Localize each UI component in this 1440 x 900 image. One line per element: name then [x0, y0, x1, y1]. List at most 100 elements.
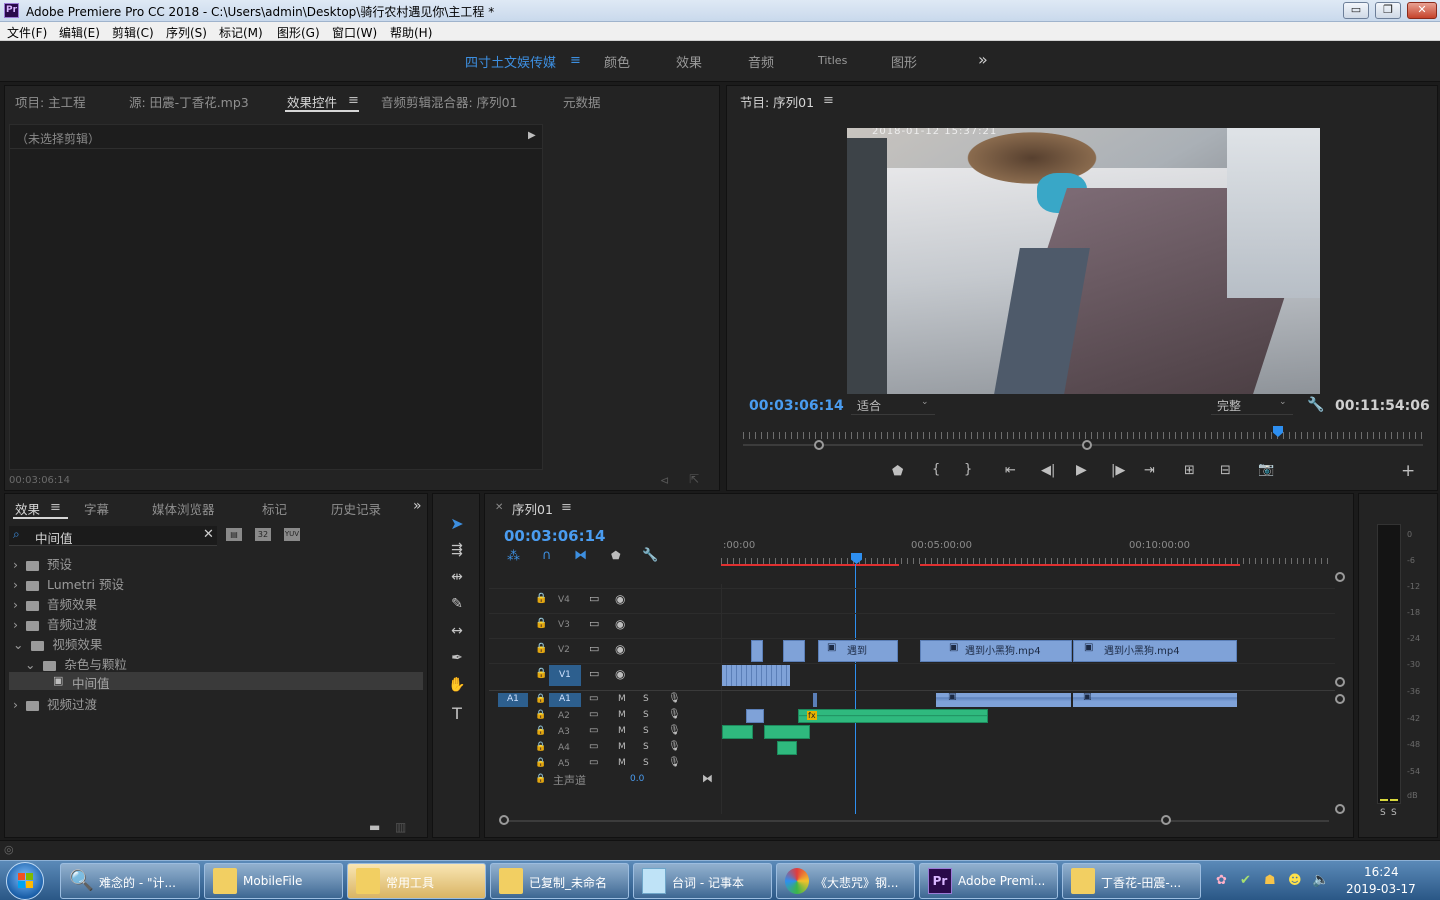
tab-captions[interactable]: 字幕 — [84, 499, 109, 518]
audio-clip-green[interactable]: fx — [798, 709, 988, 723]
effects-menu-icon[interactable]: ≡ — [50, 500, 61, 515]
play-icon[interactable]: ▶ — [1076, 462, 1087, 478]
zoom-handle-left[interactable] — [814, 440, 824, 450]
track-label-v3[interactable]: V3 — [558, 620, 570, 630]
effects-search-field[interactable]: ⌕ 中间值 ✕ — [9, 526, 217, 546]
close-sequence-icon[interactable]: ✕ — [495, 502, 503, 513]
lock-icon[interactable]: 🔒 — [535, 618, 547, 629]
sequence-tab[interactable]: 序列01 — [512, 499, 553, 518]
workspace-tab-audio[interactable]: 音频 — [748, 52, 774, 71]
minimize-button[interactable]: ▭ — [1343, 2, 1369, 19]
clear-search-icon[interactable]: ✕ — [203, 527, 214, 542]
mute-button[interactable]: M — [618, 694, 626, 704]
volume-icon[interactable]: 🔈 — [1312, 872, 1329, 888]
menu-sequence[interactable]: 序列(S) — [166, 24, 207, 41]
lock-icon[interactable]: 🔒 — [535, 742, 546, 752]
start-button[interactable] — [6, 862, 44, 900]
lock-icon[interactable]: 🔒 — [535, 758, 546, 768]
mark-in-icon[interactable]: { — [932, 462, 940, 477]
workspace-tab-custom[interactable]: 四寸土文娱传媒 — [465, 52, 556, 71]
tray-flower-icon[interactable]: ✿ — [1216, 873, 1227, 888]
clock-date[interactable]: 2019-03-17 — [1346, 882, 1416, 896]
solo-button[interactable]: S — [643, 742, 649, 752]
taskbar-item-search[interactable]: 🔍 难念的 - "计... — [60, 863, 200, 899]
timeline-settings-icon[interactable]: 🔧 — [642, 548, 658, 563]
source-patch-a1[interactable]: A1 — [498, 693, 528, 707]
yuv-effects-icon[interactable]: YUV — [284, 528, 300, 541]
solo-right-button[interactable]: S — [1391, 808, 1397, 818]
taskbar-item-mobilefile[interactable]: MobileFile — [204, 863, 343, 899]
mark-out-icon[interactable]: } — [964, 462, 972, 477]
nest-icon[interactable]: ⁂ — [507, 549, 520, 564]
audio-clip[interactable]: ▣ — [936, 692, 1071, 707]
workspace-tab-color[interactable]: 颜色 — [604, 52, 630, 71]
audio-zoom-handle-top[interactable] — [1335, 694, 1345, 704]
tab-history[interactable]: 历史记录 — [331, 499, 381, 518]
taskbar-item-tools-active[interactable]: 常用工具 — [347, 863, 486, 899]
step-back-icon[interactable]: ◀| — [1041, 463, 1055, 478]
mute-button[interactable]: M — [618, 742, 626, 752]
timeline-menu-icon[interactable]: ≡ — [561, 500, 572, 515]
taskbar-item-notepad[interactable]: 台词 - 记事本 — [633, 863, 772, 899]
close-button[interactable]: ✕ — [1407, 2, 1437, 19]
menu-marker[interactable]: 标记(M) — [219, 24, 263, 41]
audio-clip[interactable] — [813, 693, 817, 707]
toggle-sync-icon[interactable]: ▭ — [589, 667, 599, 680]
mic-icon[interactable]: 🎙 — [668, 709, 681, 720]
tab-metadata[interactable]: 元数据 — [563, 92, 601, 111]
audio-clip-green[interactable] — [764, 725, 810, 739]
video-clip[interactable]: ▣ 遇到 — [818, 640, 898, 662]
tree-item-video-transitions[interactable]: › 视频过渡 — [13, 694, 97, 713]
eye-icon[interactable]: ◉ — [615, 617, 625, 631]
timeline-timecode[interactable]: 00:03:06:14 — [504, 527, 606, 545]
toggle-sync-icon[interactable]: ▭ — [589, 757, 598, 768]
toggle-sync-icon[interactable]: ▭ — [589, 709, 598, 720]
vertical-zoom-handle-top[interactable] — [1335, 572, 1345, 582]
lock-icon[interactable]: 🔒 — [535, 643, 547, 654]
add-marker-icon[interactable]: ⬟ — [892, 464, 903, 479]
video-clip-cluster[interactable] — [722, 665, 790, 686]
toggle-sync-icon[interactable]: ▭ — [589, 741, 598, 752]
add-marker-icon[interactable]: ⬟ — [611, 549, 621, 562]
track-label-v2[interactable]: V2 — [558, 645, 570, 655]
hand-tool-icon[interactable]: ✋ — [445, 677, 469, 693]
mic-icon[interactable]: 🎙 — [668, 741, 681, 752]
workspace-tab-graphics[interactable]: 图形 — [891, 52, 917, 71]
step-forward-icon[interactable]: |▶ — [1111, 463, 1125, 478]
go-to-in-icon[interactable]: ⇤ — [1005, 463, 1016, 478]
mute-button[interactable]: M — [618, 710, 626, 720]
menu-edit[interactable]: 编辑(E) — [59, 24, 100, 41]
solo-button[interactable]: S — [643, 694, 649, 704]
menu-clip[interactable]: 剪辑(C) — [112, 24, 154, 41]
taskbar-item-copied[interactable]: 已复制_未命名 — [490, 863, 629, 899]
toggle-sync-icon[interactable]: ▭ — [589, 725, 598, 736]
tray-app-icon[interactable]: ☗ — [1264, 873, 1276, 888]
tab-effect-controls[interactable]: 效果控件 — [287, 92, 337, 111]
audio-clip-green[interactable] — [777, 741, 797, 755]
tree-item-noise-grain[interactable]: ⌄ 杂色与颗粒 — [25, 654, 127, 673]
video-clip[interactable] — [783, 640, 805, 662]
lock-icon[interactable]: 🔒 — [535, 710, 546, 720]
tab-project[interactable]: 项目: 主工程 — [15, 92, 86, 111]
filter-icon[interactable]: ⊲ — [660, 474, 669, 487]
lock-icon[interactable]: 🔒 — [535, 668, 547, 679]
eye-icon[interactable]: ◉ — [615, 592, 625, 606]
tree-item-audio-transitions[interactable]: › 音频过渡 — [13, 614, 97, 633]
delete-icon[interactable]: ▥ — [395, 820, 406, 834]
menu-window[interactable]: 窗口(W) — [332, 24, 377, 41]
button-editor-icon[interactable]: + — [1401, 461, 1415, 481]
toggle-sync-icon[interactable]: ▭ — [589, 617, 599, 630]
audio-clip-green[interactable] — [722, 725, 753, 739]
toggle-sync-icon[interactable]: ▭ — [589, 642, 599, 655]
lock-icon[interactable]: 🔒 — [535, 726, 546, 736]
audio-clip[interactable]: ▣ — [1073, 692, 1237, 707]
tab-markers[interactable]: 标记 — [262, 499, 287, 518]
track-label-v4[interactable]: V4 — [558, 595, 570, 605]
video-clip[interactable] — [751, 640, 763, 662]
video-clip[interactable]: ▣ 遇到小黑狗.mp4 — [920, 640, 1072, 662]
zoom-handle-right[interactable] — [1082, 440, 1092, 450]
video-clip[interactable]: ▣ 遇到小黑狗.mp4 — [1073, 640, 1237, 662]
scroll-handle-right[interactable] — [1161, 815, 1171, 825]
mic-icon[interactable]: 🎙 — [668, 725, 681, 736]
vertical-zoom-handle-bottom[interactable] — [1335, 677, 1345, 687]
